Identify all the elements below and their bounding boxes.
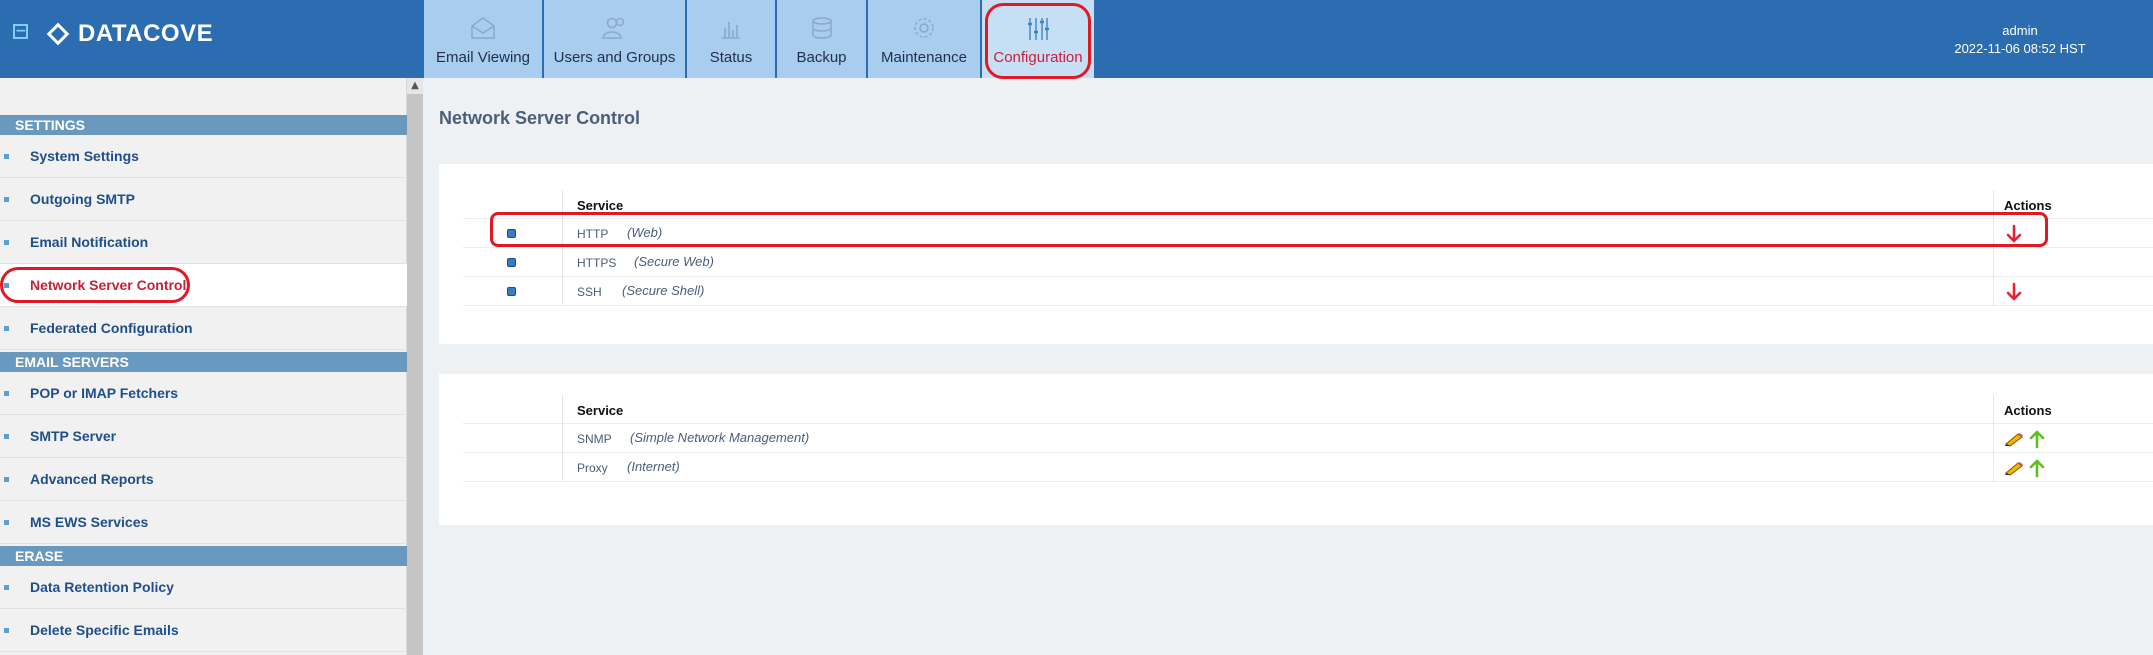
section-erase: ERASE	[0, 546, 407, 566]
service-description: (Secure Web)	[634, 254, 714, 269]
sidebar-item-ms-ews-services[interactable]: MS EWS Services	[0, 501, 407, 544]
sidebar-item-outgoing-smtp[interactable]: Outgoing SMTP	[0, 178, 407, 221]
service-description: (Simple Network Management)	[630, 430, 810, 445]
envelope-icon	[471, 17, 495, 39]
table-row: HTTPS (Secure Web)	[463, 248, 2153, 277]
stopped-services-panel: Service Actions SNMP (Simple Network Man…	[439, 374, 2153, 525]
tab-status[interactable]: Status	[687, 0, 775, 78]
scroll-up-icon[interactable]: ▲	[407, 78, 423, 94]
edit-pencil-icon[interactable]	[2004, 431, 2024, 447]
bullet-icon	[4, 197, 9, 202]
sidebar-item-system-settings[interactable]: System Settings	[0, 135, 407, 178]
table-row: SNMP (Simple Network Management)	[463, 424, 2153, 453]
bullet-icon	[4, 628, 9, 633]
bullet-icon	[4, 391, 9, 396]
service-name: SSH	[577, 285, 602, 299]
top-bar: − DATACOVE Email Viewing Users and Group…	[0, 0, 2153, 79]
table-row: SSH (Secure Shell)	[463, 277, 2153, 306]
service-name: SNMP	[577, 432, 612, 446]
page-title: Network Server Control	[439, 108, 641, 128]
service-name: Proxy	[577, 461, 608, 475]
table-header-row: Service Actions	[463, 395, 2153, 424]
tab-maintenance[interactable]: Maintenance	[868, 0, 980, 78]
database-icon	[811, 17, 832, 39]
collapse-icon[interactable]: −	[13, 24, 28, 39]
highlight-ring	[985, 3, 1091, 79]
sidebar: SETTINGS System Settings Outgoing SMTP E…	[0, 78, 407, 655]
service-description: (Internet)	[627, 459, 680, 474]
section-settings: SETTINGS	[0, 115, 407, 135]
bullet-icon	[4, 240, 9, 245]
table-row: Proxy (Internet)	[463, 453, 2153, 482]
sidebar-item-federated-configuration[interactable]: Federated Configuration	[0, 307, 407, 350]
sidebar-item-smtp-server[interactable]: SMTP Server	[0, 415, 407, 458]
start-arrow-icon[interactable]	[2029, 429, 2045, 449]
tab-users-and-groups[interactable]: Users and Groups	[544, 0, 685, 78]
edit-pencil-icon[interactable]	[2004, 460, 2024, 476]
highlight-ring	[490, 212, 2048, 247]
main-tabs: Email Viewing Users and Groups Status Ba…	[424, 0, 1096, 79]
bullet-icon	[4, 154, 9, 159]
column-header-service: Service	[577, 198, 624, 213]
users-icon	[601, 17, 624, 39]
section-email-servers: EMAIL SERVERS	[0, 352, 407, 372]
column-header-service: Service	[577, 403, 624, 418]
service-name: HTTPS	[577, 256, 617, 270]
service-status-icon	[507, 287, 516, 296]
bullet-icon	[4, 477, 9, 482]
sidebar-item-email-notification[interactable]: Email Notification	[0, 221, 407, 264]
username[interactable]: admin	[1900, 22, 2140, 40]
tab-configuration[interactable]: Configuration	[982, 0, 1094, 79]
highlight-ring	[0, 267, 190, 303]
logo-diamond-icon	[46, 22, 70, 46]
sidebar-item-network-server-control[interactable]: Network Server Control	[0, 264, 407, 307]
logo-text: DATACOVE	[78, 20, 214, 47]
sidebar-item-pop-imap-fetchers[interactable]: POP or IMAP Fetchers	[0, 372, 407, 415]
column-header-actions: Actions	[2004, 403, 2052, 418]
sidebar-item-delete-specific-emails[interactable]: Delete Specific Emails	[0, 609, 407, 652]
column-header-actions: Actions	[2004, 198, 2052, 213]
bullet-icon	[4, 585, 9, 590]
user-info: admin 2022-11-06 08:52 HST	[1900, 22, 2140, 58]
stop-arrow-icon[interactable]	[2006, 282, 2022, 302]
datetime: 2022-11-06 08:52 HST	[1954, 41, 2086, 56]
start-arrow-icon[interactable]	[2029, 458, 2045, 478]
tab-email-viewing[interactable]: Email Viewing	[424, 0, 542, 78]
running-services-panel: Service Actions HTTP (Web) HTTPS (Secure…	[439, 164, 2153, 344]
logo[interactable]: DATACOVE	[46, 20, 214, 48]
sidebar-item-data-retention-policy[interactable]: Data Retention Policy	[0, 566, 407, 609]
gear-icon	[914, 18, 934, 38]
tab-backup[interactable]: Backup	[777, 0, 866, 78]
service-status-icon	[507, 258, 516, 267]
bullet-icon	[4, 326, 9, 331]
sidebar-item-advanced-reports[interactable]: Advanced Reports	[0, 458, 407, 501]
sidebar-scrollbar[interactable]: ▲	[407, 78, 423, 655]
bar-chart-icon	[722, 22, 740, 39]
bullet-icon	[4, 520, 9, 525]
bullet-icon	[4, 434, 9, 439]
service-description: (Secure Shell)	[622, 283, 705, 298]
